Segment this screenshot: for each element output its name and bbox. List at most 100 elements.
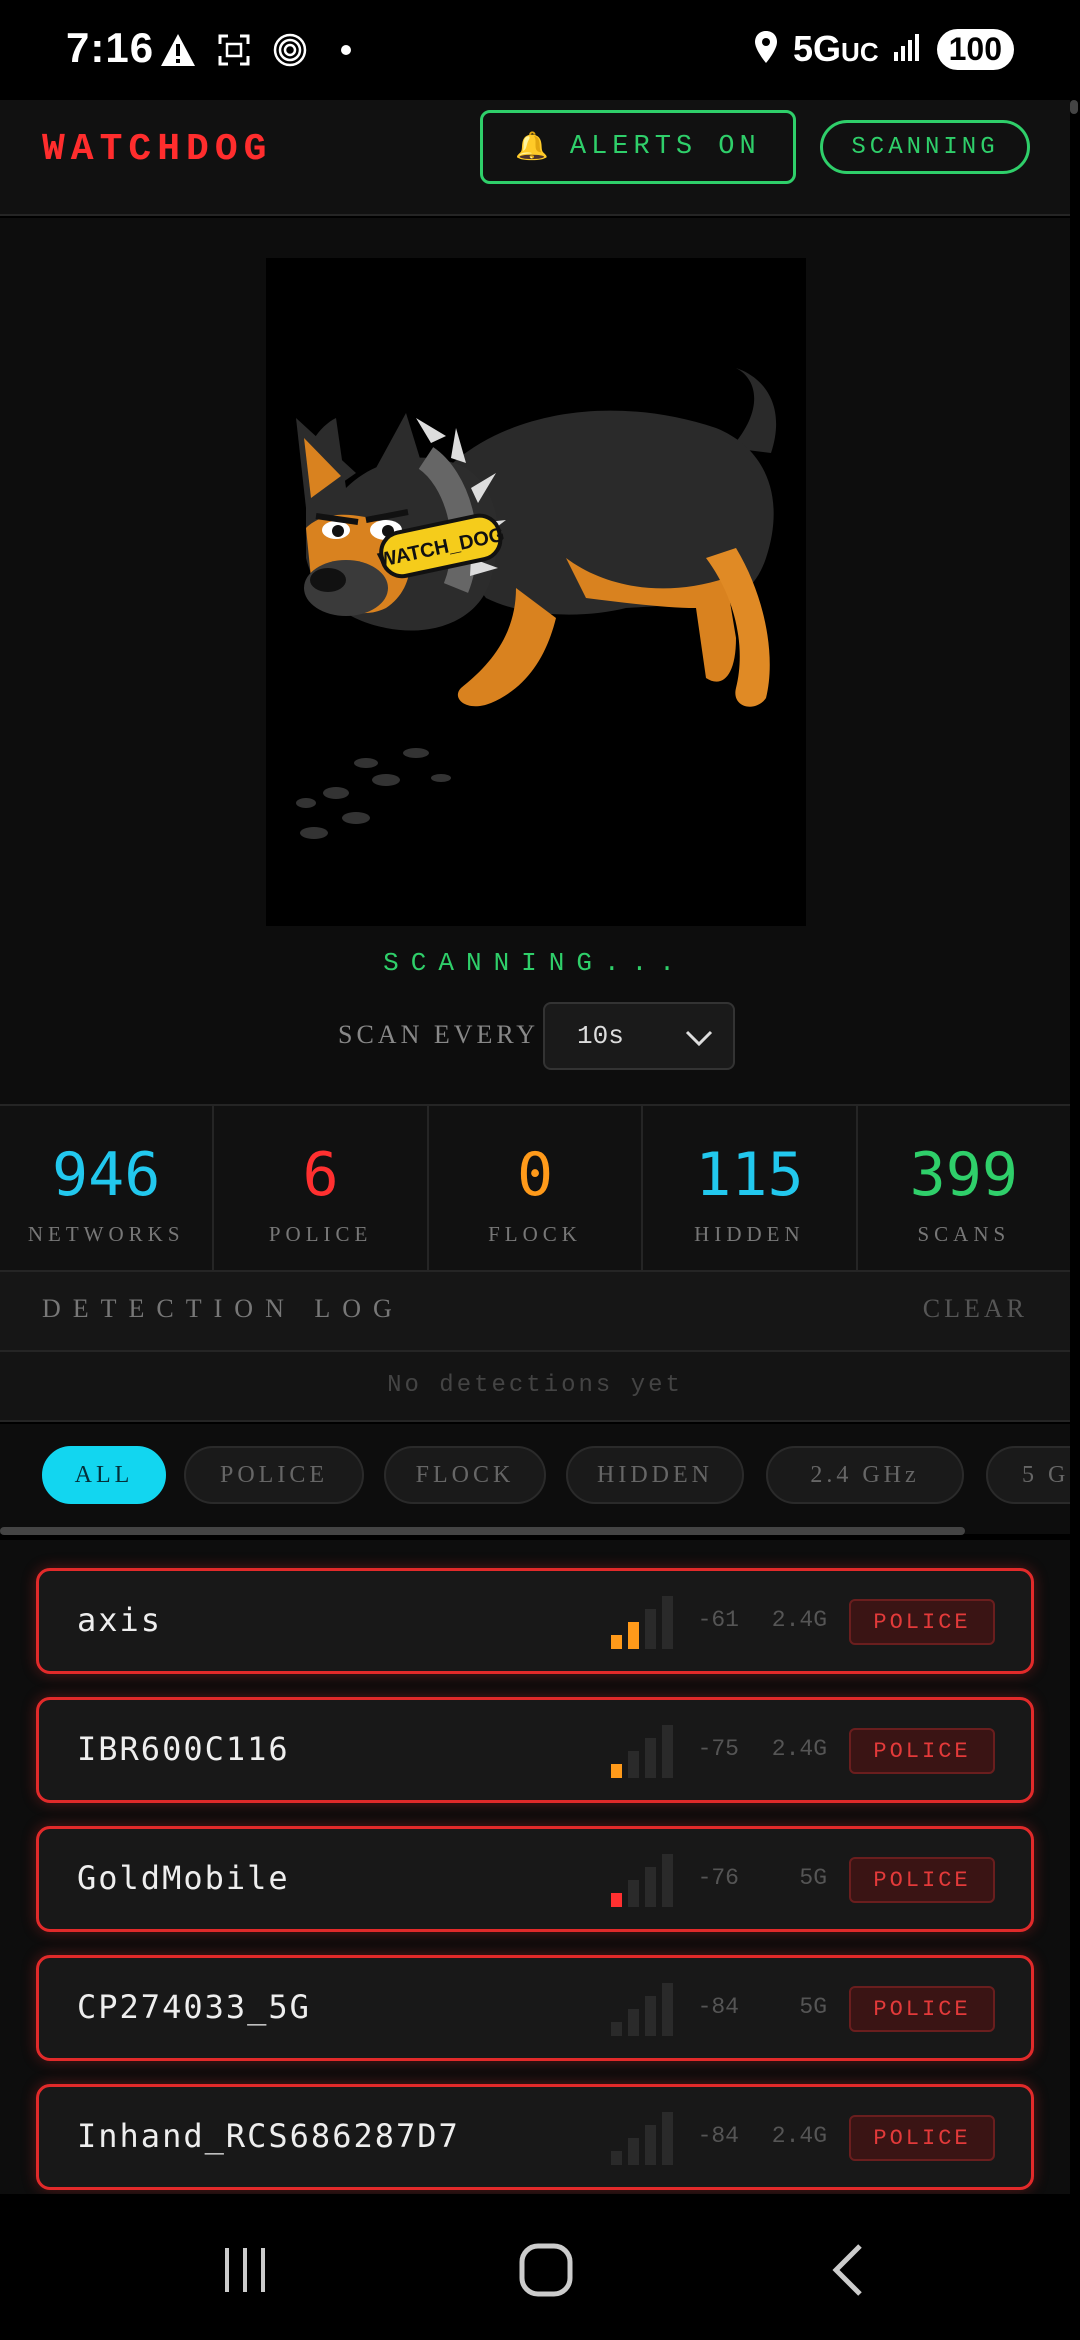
- network-row[interactable]: CP274033_5G -84 5G POLICE: [36, 1955, 1034, 2061]
- network-name: Inhand_RCS686287D7: [77, 2117, 460, 2155]
- signal-strength-icon: [611, 1983, 673, 2036]
- warning-icon: [158, 30, 198, 70]
- stat-flock: 0 FLOCK: [429, 1106, 644, 1270]
- stats-panel: 946 NETWORKS 6 POLICE 0 FLOCK 115 HIDDEN…: [0, 1104, 1070, 1272]
- stat-label: NETWORKS: [27, 1222, 185, 1246]
- battery-level: 100: [936, 28, 1014, 70]
- police-tag: POLICE: [849, 2115, 995, 2161]
- network-rssi: -84: [697, 1994, 739, 2020]
- filter-police[interactable]: POLICE: [184, 1446, 364, 1504]
- stat-networks: 946 NETWORKS: [0, 1106, 215, 1270]
- network-band: 2.4G: [771, 1607, 827, 1633]
- hero-section: WATCH_DOG SCANNING... SCAN EVERY 10s: [0, 218, 1070, 1104]
- back-icon: [832, 2244, 862, 2296]
- stat-label: POLICE: [268, 1222, 373, 1246]
- stat-value: 0: [516, 1140, 554, 1210]
- signal-icon: [893, 32, 923, 67]
- filter-bar: ALL POLICE FLOCK HIDDEN 2.4 GHz 5 GHz: [0, 1424, 1070, 1534]
- network-name: CP274033_5G: [77, 1988, 311, 2026]
- detection-log-empty: No detections yet: [0, 1352, 1070, 1422]
- screenshot-icon: [214, 30, 254, 70]
- stat-label: SCANS: [917, 1222, 1011, 1246]
- signal-bar: [645, 1996, 656, 2036]
- network-rssi: -75: [697, 1736, 739, 1762]
- clear-log-button[interactable]: CLEAR: [923, 1294, 1028, 1324]
- home-icon: [519, 2243, 573, 2297]
- signal-bar: [645, 1609, 656, 1649]
- police-tag: POLICE: [849, 1599, 995, 1645]
- signal-strength-icon: [611, 2112, 673, 2165]
- home-button[interactable]: [516, 2240, 576, 2300]
- network-rssi: -76: [697, 1865, 739, 1891]
- app-header: WATCHDOG 🔔 ALERTS ON SCANNING: [0, 100, 1070, 216]
- detection-log-title: DETECTION LOG: [42, 1294, 404, 1323]
- signal-bar: [628, 1880, 639, 1907]
- scan-every-label: SCAN EVERY: [338, 1020, 540, 1049]
- signal-bar: [662, 1983, 673, 2036]
- scanning-status-button[interactable]: SCANNING: [820, 120, 1030, 174]
- stat-label: FLOCK: [488, 1222, 582, 1246]
- filter-all[interactable]: ALL: [42, 1446, 166, 1504]
- police-tag: POLICE: [849, 1986, 995, 2032]
- system-nav-bar: [0, 2194, 1080, 2340]
- chevron-down-icon: [683, 1022, 715, 1062]
- fingerprint-icon: [270, 30, 310, 70]
- stat-value: 946: [52, 1140, 161, 1210]
- network-rssi: -84: [697, 2123, 739, 2149]
- filter-flock[interactable]: FLOCK: [384, 1446, 546, 1504]
- back-button[interactable]: [820, 2240, 880, 2300]
- network-row[interactable]: IBR600C116 -75 2.4G POLICE: [36, 1697, 1034, 1803]
- status-right: 5GUC 100: [753, 28, 1014, 70]
- stat-police: 6 POLICE: [214, 1106, 429, 1270]
- police-tag: POLICE: [849, 1728, 995, 1774]
- signal-bar: [628, 2138, 639, 2165]
- network-row[interactable]: GoldMobile -76 5G POLICE: [36, 1826, 1034, 1932]
- network-row[interactable]: axis -61 2.4G POLICE: [36, 1568, 1034, 1674]
- location-icon: [753, 30, 779, 69]
- network-name: axis: [77, 1601, 163, 1639]
- signal-bar: [628, 1622, 639, 1649]
- recents-button[interactable]: [215, 2240, 275, 2300]
- stat-hidden: 115 HIDDEN: [643, 1106, 858, 1270]
- signal-bar: [611, 2151, 622, 2165]
- filter-5ghz[interactable]: 5 GHz: [986, 1446, 1070, 1504]
- network-list: axis -61 2.4G POLICE IBR600C116 -75 2.4G…: [0, 1540, 1070, 2194]
- signal-strength-icon: [611, 1596, 673, 1649]
- status-time: 7:16: [66, 24, 155, 71]
- signal-bar: [662, 1725, 673, 1778]
- app-title: WATCHDOG: [42, 128, 273, 171]
- alerts-label: ALERTS ON: [569, 132, 761, 162]
- signal-bar: [662, 1854, 673, 1907]
- stat-scans: 399 SCANS: [858, 1106, 1070, 1270]
- network-name: IBR600C116: [77, 1730, 290, 1768]
- status-bar: 7:16 5GUC 100: [0, 0, 1080, 100]
- filter-hidden[interactable]: HIDDEN: [566, 1446, 744, 1504]
- signal-strength-icon: [611, 1725, 673, 1778]
- police-tag: POLICE: [849, 1857, 995, 1903]
- signal-bar: [611, 1764, 622, 1778]
- network-band: 5G: [799, 1865, 827, 1891]
- signal-bar: [611, 2022, 622, 2036]
- mascot-image: WATCH_DOG: [266, 258, 806, 926]
- network-name: GoldMobile: [77, 1859, 290, 1897]
- signal-bar: [645, 2125, 656, 2165]
- signal-bar: [628, 2009, 639, 2036]
- network-band: 2.4G: [771, 2123, 827, 2149]
- recents-icon: [225, 2248, 265, 2292]
- bell-icon: 🔔: [515, 134, 554, 164]
- page-scrollbar[interactable]: [1070, 100, 1078, 114]
- filter-scrollbar[interactable]: [0, 1527, 965, 1535]
- stat-value: 399: [909, 1140, 1019, 1210]
- filter-2-4ghz[interactable]: 2.4 GHz: [766, 1446, 964, 1504]
- network-rssi: -61: [697, 1607, 739, 1633]
- signal-bar: [645, 1867, 656, 1907]
- network-row[interactable]: Inhand_RCS686287D7 -84 2.4G POLICE: [36, 2084, 1034, 2190]
- alerts-toggle-button[interactable]: 🔔 ALERTS ON: [480, 110, 796, 184]
- network-type: 5GUC: [793, 28, 879, 69]
- scan-interval-select[interactable]: 10s: [543, 1002, 735, 1070]
- signal-bar: [645, 1738, 656, 1778]
- signal-bar: [628, 1751, 639, 1778]
- stat-label: HIDDEN: [694, 1222, 805, 1246]
- stat-value: 6: [302, 1140, 339, 1210]
- notification-icons: [158, 30, 366, 70]
